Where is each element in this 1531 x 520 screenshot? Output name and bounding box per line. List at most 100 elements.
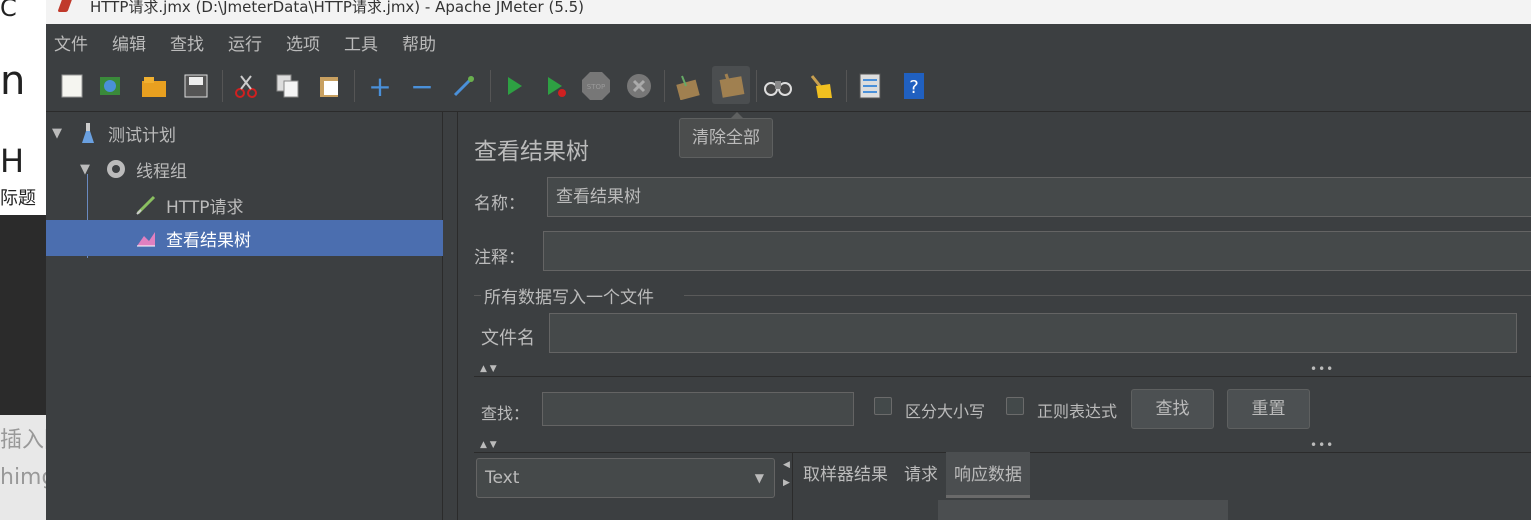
toolbar-separator — [664, 70, 665, 102]
split-right-icon[interactable]: ▶ — [783, 478, 790, 488]
paste-icon[interactable] — [314, 70, 346, 102]
open-icon[interactable] — [138, 70, 170, 102]
regex-label: 正则表达式 — [1037, 402, 1118, 421]
bg-text: 插入图 — [0, 428, 46, 453]
menu-file[interactable]: 文件 — [54, 30, 88, 55]
function-helper-icon[interactable] — [854, 70, 886, 102]
tree-item-http-request[interactable]: HTTP请求 — [46, 187, 443, 223]
toolbar-separator — [354, 70, 355, 102]
regex-checkbox[interactable] — [1006, 397, 1024, 415]
tab-sampler-result[interactable]: 取样器结果 — [795, 452, 896, 498]
svg-text:?: ? — [909, 77, 919, 98]
clear-all-tooltip: 清除全部 — [679, 112, 773, 158]
toolbar: + − STOP ? — [46, 62, 1531, 112]
templates-icon[interactable] — [94, 70, 126, 102]
split-left-icon[interactable]: ◀ — [783, 460, 790, 470]
bg-text: 际题 — [0, 188, 36, 209]
filename-field[interactable] — [549, 313, 1517, 353]
menu-edit[interactable]: 编辑 — [112, 30, 146, 55]
help-icon[interactable]: ? — [898, 70, 930, 102]
sampler-icon — [134, 193, 158, 217]
menu-help[interactable]: 帮助 — [402, 30, 436, 55]
menu-search[interactable]: 查找 — [170, 30, 204, 55]
thread-group-icon — [104, 157, 128, 181]
clear-icon[interactable] — [672, 70, 704, 102]
listener-icon — [134, 226, 158, 250]
test-plan-icon — [76, 121, 100, 145]
split-grip-icon[interactable]: ••• — [1310, 362, 1334, 376]
response-subtabs — [795, 500, 1531, 520]
search-input[interactable] — [542, 392, 854, 426]
bg-dark-area — [0, 215, 46, 415]
tree-item-test-plan[interactable]: ▼ 测试计划 — [46, 115, 443, 151]
menu-tools[interactable]: 工具 — [344, 30, 378, 55]
shutdown-icon[interactable] — [623, 70, 655, 102]
tree-item-label: 线程组 — [136, 161, 187, 182]
menu-run[interactable]: 运行 — [228, 30, 262, 55]
start-no-pause-icon[interactable] — [540, 70, 572, 102]
renderer-selected-value: Text — [485, 468, 520, 488]
tree-item-label: 查看结果树 — [166, 230, 251, 251]
save-icon[interactable] — [180, 70, 212, 102]
tree-item-label: 测试计划 — [108, 125, 176, 146]
menu-options[interactable]: 选项 — [286, 30, 320, 55]
test-plan-tree: ▼ 测试计划 ▼ 线程组 HTTP请求 查看结果树 — [46, 112, 443, 520]
splitter[interactable]: ▲ ▼ ••• — [474, 438, 1531, 453]
svg-text:STOP: STOP — [587, 83, 605, 91]
tree-item-thread-group[interactable]: ▼ 线程组 — [46, 151, 443, 187]
reset-search-icon[interactable] — [804, 70, 836, 102]
start-icon[interactable] — [498, 70, 530, 102]
search-icon[interactable] — [762, 70, 794, 102]
vertical-splitter[interactable]: ◀ ▶ — [781, 452, 793, 520]
toolbar-separator — [490, 70, 491, 102]
splitter-line — [474, 376, 1531, 377]
case-sensitive-checkbox[interactable] — [874, 397, 892, 415]
split-divider[interactable] — [444, 112, 458, 520]
bg-text: C — [0, 0, 17, 22]
collapse-icon[interactable]: − — [406, 70, 438, 103]
tree-item-label: HTTP请求 — [166, 197, 244, 218]
chevron-down-icon: ▼ — [754, 471, 764, 485]
clear-all-icon[interactable] — [712, 66, 750, 104]
tree-item-view-results-tree[interactable]: 查看结果树 — [46, 220, 443, 256]
splitter[interactable]: ▲ ▼ ••• — [474, 362, 1531, 377]
title-bar: HTTP请求.jmx (D:\JmeterData\HTTP请求.jmx) - … — [46, 0, 1531, 24]
split-arrows-icon[interactable]: ▲ ▼ — [480, 364, 497, 374]
stop-icon[interactable]: STOP — [580, 70, 612, 102]
background-window: C n H 际题 插入图 himg — [0, 0, 46, 520]
jmeter-feather-icon — [57, 0, 73, 12]
bg-text: himg — [0, 465, 46, 490]
toggle-icon[interactable] — [448, 70, 480, 102]
cut-icon[interactable] — [230, 70, 262, 102]
search-label: 查找： — [481, 404, 530, 423]
expand-icon[interactable]: + — [364, 70, 396, 103]
copy-icon[interactable] — [272, 70, 304, 102]
chevron-down-icon[interactable]: ▼ — [52, 126, 66, 141]
toolbar-separator — [756, 70, 757, 102]
toolbar-separator — [222, 70, 223, 102]
filename-label: 文件名 — [481, 328, 535, 349]
renderer-select[interactable]: Text ▼ — [476, 458, 775, 498]
tab-response-data[interactable]: 响应数据 — [946, 452, 1030, 498]
group-border — [684, 295, 1531, 296]
chevron-down-icon[interactable]: ▼ — [80, 162, 94, 177]
comment-field[interactable] — [543, 231, 1531, 271]
name-field[interactable]: 查看结果树 — [547, 177, 1531, 217]
bg-text: H — [0, 142, 25, 180]
split-arrows-icon[interactable]: ▲ ▼ — [480, 440, 497, 450]
tab-request[interactable]: 请求 — [896, 452, 946, 498]
name-label: 名称： — [474, 194, 525, 214]
find-button[interactable]: 查找 — [1131, 389, 1214, 429]
menu-bar: 文件 编辑 查找 运行 选项 工具 帮助 — [46, 24, 1531, 60]
split-grip-icon[interactable]: ••• — [1310, 438, 1334, 452]
reset-button[interactable]: 重置 — [1227, 389, 1310, 429]
result-tabs: 取样器结果 请求 响应数据 — [795, 452, 1030, 498]
new-icon[interactable] — [56, 70, 88, 102]
subtab-active[interactable] — [938, 500, 1228, 520]
panel-title: 查看结果树 — [474, 139, 589, 165]
case-sensitive-label: 区分大小写 — [905, 402, 986, 421]
group-border — [474, 295, 481, 296]
toolbar-separator — [846, 70, 847, 102]
group-title: 所有数据写入一个文件 — [484, 288, 654, 308]
jmeter-window: HTTP请求.jmx (D:\JmeterData\HTTP请求.jmx) - … — [46, 0, 1531, 520]
